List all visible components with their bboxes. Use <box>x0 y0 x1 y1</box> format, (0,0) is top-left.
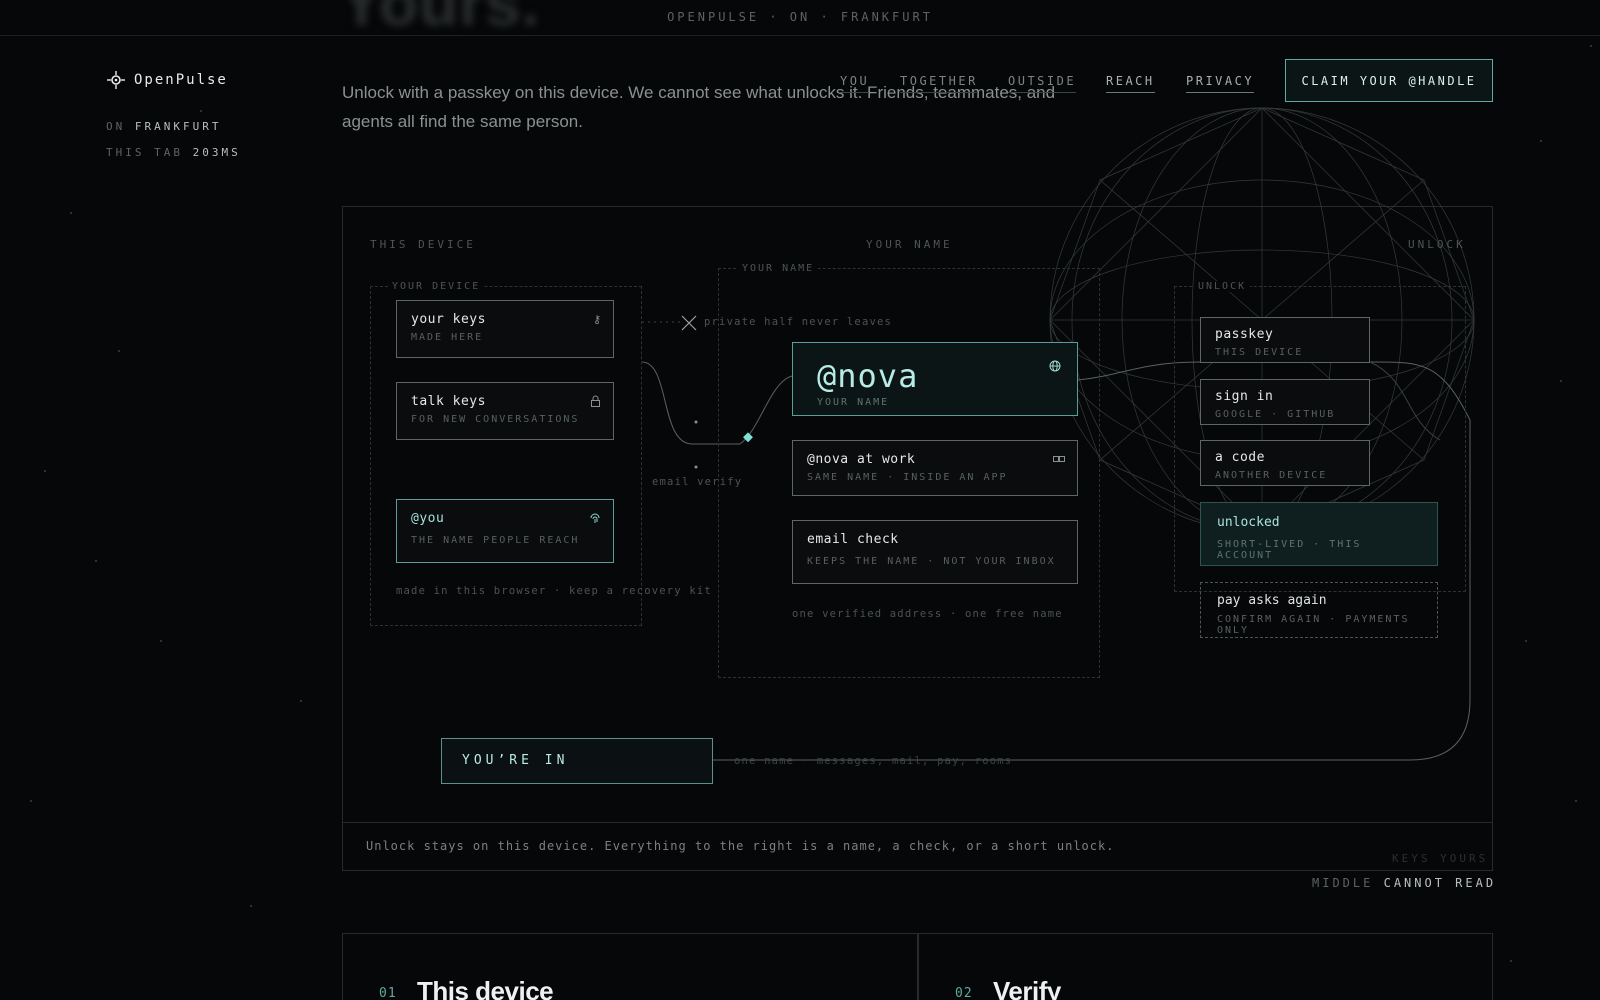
name-note: one verified address · one free name <box>792 608 1063 620</box>
card-subtitle: MADE HERE <box>411 332 484 343</box>
card-title: @nova at work <box>807 452 916 467</box>
name-group-label: YOUR NAME <box>738 263 819 274</box>
nova-at-work-card[interactable]: @nova at work SAME NAME · INSIDE AN APP <box>792 440 1078 496</box>
card-title: @you <box>411 511 445 526</box>
card-title: a code <box>1215 450 1265 465</box>
step-number: 02 <box>955 986 973 1000</box>
card-subtitle: GOOGLE · GITHUB <box>1215 409 1336 420</box>
link-icon <box>1053 453 1065 466</box>
step-number: 01 <box>379 986 397 1000</box>
key-icon: ⚷ <box>592 313 601 326</box>
card-title: talk keys <box>411 394 486 409</box>
middle-cannot-read-tag: MIDDLE CANNOT READ <box>1312 876 1496 890</box>
middle-tag-label: MIDDLE <box>1312 876 1374 890</box>
unlock-group-label: UNLOCK <box>1194 281 1251 292</box>
email-check-card[interactable]: email check KEEPS THE NAME · NOT YOUR IN… <box>792 520 1078 584</box>
your-keys-card[interactable]: your keys MADE HERE ⚷ <box>396 300 614 358</box>
card-title: email check <box>807 532 899 547</box>
step-title: Verify <box>993 976 1061 1000</box>
fingerprint-icon <box>589 512 601 527</box>
step-card-verify[interactable]: 02 Verify <box>918 933 1493 1000</box>
card-title: passkey <box>1215 327 1274 342</box>
card-subtitle: CONFIRM AGAIN · PAYMENTS ONLY <box>1217 614 1410 636</box>
youre-in-button[interactable]: YOU’RE IN <box>441 738 713 784</box>
card-title: your keys <box>411 312 486 327</box>
pay-asks-again-card[interactable]: pay asks again CONFIRM AGAIN · PAYMENTS … <box>1200 582 1438 638</box>
card-subtitle: ANOTHER DEVICE <box>1215 470 1328 481</box>
column-label-device: THIS DEVICE <box>370 238 476 251</box>
handle-value: @nova <box>817 357 919 395</box>
device-group-label: YOUR DEVICE <box>388 281 485 292</box>
middle-tag-value: CANNOT READ <box>1383 876 1497 890</box>
passkey-card[interactable]: passkey THIS DEVICE <box>1200 317 1370 363</box>
card-subtitle: FOR NEW CONVERSATIONS <box>411 414 580 425</box>
device-note: made in this browser · keep a recovery k… <box>396 585 712 597</box>
step-title: This device <box>417 976 554 1000</box>
card-title: unlocked <box>1217 515 1280 530</box>
youre-in-note: one name · messages, mail, pay, rooms <box>734 755 1013 767</box>
card-title: sign in <box>1215 389 1274 404</box>
card-subtitle: THE NAME PEOPLE REACH <box>411 535 580 546</box>
sign-in-card[interactable]: sign in GOOGLE · GITHUB <box>1200 379 1370 425</box>
globe-icon <box>1049 357 1061 376</box>
column-label-unlock: UNLOCK <box>1408 238 1466 251</box>
code-card[interactable]: a code ANOTHER DEVICE <box>1200 440 1370 486</box>
handle-subtitle: YOUR NAME <box>817 397 890 408</box>
lock-icon <box>590 395 601 410</box>
card-subtitle: SAME NAME · INSIDE AN APP <box>807 472 1008 483</box>
keys-yours-tag: KEYS YOURS <box>1392 852 1489 865</box>
card-subtitle: THIS DEVICE <box>1215 347 1304 358</box>
step-card-this-device[interactable]: 01 This device <box>342 933 918 1000</box>
talk-keys-card[interactable]: talk keys FOR NEW CONVERSATIONS <box>396 382 614 440</box>
card-subtitle: KEEPS THE NAME · NOT YOUR INBOX <box>807 556 1056 567</box>
column-label-name: YOUR NAME <box>866 238 953 251</box>
card-title: pay asks again <box>1217 593 1327 608</box>
nova-handle-card[interactable]: @nova YOUR NAME <box>792 342 1078 416</box>
card-subtitle: SHORT-LIVED · THIS ACCOUNT <box>1217 539 1362 561</box>
you-handle-card[interactable]: @you THE NAME PEOPLE REACH <box>396 499 614 563</box>
unlocked-state-card[interactable]: unlocked SHORT-LIVED · THIS ACCOUNT <box>1200 502 1438 566</box>
